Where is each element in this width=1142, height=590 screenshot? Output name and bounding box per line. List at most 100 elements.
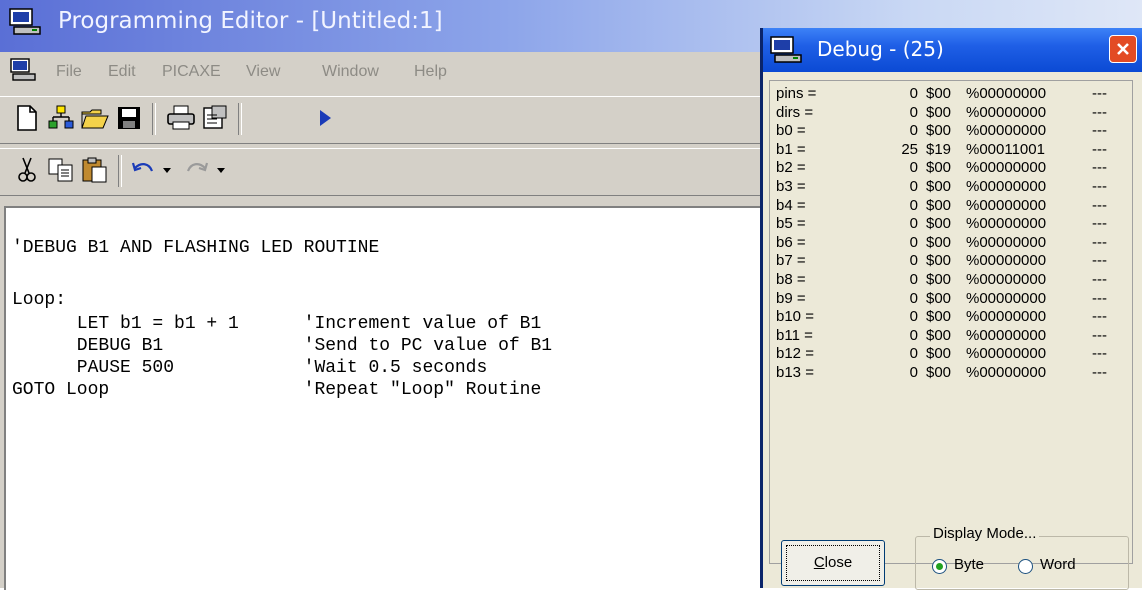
menu-help[interactable]: Help bbox=[414, 63, 447, 81]
register-ascii: --- bbox=[1092, 289, 1107, 307]
register-binary: %00000000 bbox=[966, 364, 1047, 381]
program-icon[interactable] bbox=[46, 103, 76, 133]
register-decimal: 0 bbox=[909, 215, 918, 233]
document-system-icon[interactable] bbox=[9, 58, 37, 86]
register-decimal: 0 bbox=[909, 85, 918, 102]
register-name: pins = bbox=[776, 85, 817, 102]
register-name: b2 = bbox=[776, 159, 806, 177]
register-hex: $00 bbox=[926, 252, 952, 270]
register-ascii: --- bbox=[1092, 140, 1107, 158]
register-binary: %00011001 bbox=[966, 140, 1045, 158]
code-line: 'DEBUG B1 AND FLASHING LED ROUTINE bbox=[12, 238, 380, 258]
register-binary: %00000000 bbox=[966, 85, 1047, 102]
menu-bar: File Edit PICAXE View Window Help bbox=[0, 52, 760, 94]
register-name: dirs = bbox=[776, 103, 814, 121]
register-decimal: 0 bbox=[909, 345, 918, 363]
register-row: b4 = 0 $00 %00000000 --- bbox=[770, 197, 1130, 216]
paste-icon[interactable] bbox=[80, 155, 110, 185]
window-title: Programming Editor - [Untitled:1] bbox=[58, 8, 443, 34]
register-ascii: --- bbox=[1092, 122, 1107, 140]
register-ascii: --- bbox=[1092, 364, 1107, 381]
save-icon[interactable] bbox=[114, 103, 144, 133]
register-row: b3 = 0 $00 %00000000 --- bbox=[770, 178, 1130, 197]
open-folder-icon[interactable] bbox=[80, 103, 110, 133]
computer-icon bbox=[9, 8, 41, 35]
close-button[interactable]: Close bbox=[781, 540, 885, 586]
register-row: b13 = 0 $00 %00000000 --- bbox=[770, 364, 1130, 383]
register-row: b2 = 0 $00 %00000000 --- bbox=[770, 159, 1130, 178]
register-ascii: --- bbox=[1092, 233, 1107, 251]
menu-edit[interactable]: Edit bbox=[108, 63, 136, 81]
menu-picaxe[interactable]: PICAXE bbox=[162, 63, 221, 81]
register-name: b0 = bbox=[776, 122, 806, 140]
register-decimal: 0 bbox=[909, 252, 918, 270]
register-hex: $19 bbox=[926, 140, 952, 158]
register-hex: $00 bbox=[926, 308, 952, 326]
register-decimal: 0 bbox=[909, 103, 918, 121]
run-icon[interactable] bbox=[310, 103, 340, 133]
register-binary: %00000000 bbox=[966, 326, 1047, 344]
register-ascii: --- bbox=[1092, 326, 1107, 344]
redo-icon[interactable] bbox=[182, 155, 212, 185]
register-name: b6 = bbox=[776, 233, 806, 251]
close-icon[interactable] bbox=[1109, 35, 1137, 63]
register-binary: %00000000 bbox=[966, 252, 1047, 270]
register-decimal: 0 bbox=[909, 308, 918, 326]
register-row: b7 = 0 $00 %00000000 --- bbox=[770, 252, 1130, 271]
new-file-icon[interactable] bbox=[12, 103, 42, 133]
options-icon[interactable] bbox=[200, 103, 230, 133]
register-hex: $00 bbox=[926, 85, 952, 102]
register-decimal: 0 bbox=[909, 178, 918, 195]
cut-icon[interactable] bbox=[12, 155, 42, 185]
code-editor[interactable]: 'DEBUG B1 AND FLASHING LED ROUTINE Loop:… bbox=[4, 206, 762, 590]
code-line: LET b1 = b1 + 1 'Increment value of B1 bbox=[12, 314, 542, 334]
register-row: b10 = 0 $00 %00000000 --- bbox=[770, 308, 1130, 327]
register-name: b12 = bbox=[776, 345, 814, 363]
register-name: b10 = bbox=[776, 308, 814, 326]
register-name: b5 = bbox=[776, 215, 806, 233]
register-decimal: 0 bbox=[909, 122, 918, 140]
code-line: GOTO Loop 'Repeat "Loop" Routine bbox=[12, 380, 542, 400]
byte-radio[interactable] bbox=[932, 559, 947, 574]
register-binary: %00000000 bbox=[966, 345, 1047, 363]
register-hex: $00 bbox=[926, 326, 952, 344]
register-binary: %00000000 bbox=[966, 271, 1047, 288]
register-ascii: --- bbox=[1092, 178, 1107, 195]
word-radio[interactable] bbox=[1018, 559, 1033, 574]
undo-dropdown-icon[interactable] bbox=[158, 155, 176, 185]
register-decimal: 0 bbox=[909, 159, 918, 177]
print-icon[interactable] bbox=[166, 103, 196, 133]
register-name: b4 = bbox=[776, 196, 806, 214]
register-row: b0 = 0 $00 %00000000 --- bbox=[770, 122, 1130, 141]
register-ascii: --- bbox=[1092, 196, 1107, 214]
register-decimal: 0 bbox=[909, 271, 918, 288]
undo-icon[interactable] bbox=[128, 155, 158, 185]
menu-file[interactable]: File bbox=[56, 63, 82, 81]
computer-icon bbox=[770, 36, 802, 63]
standard-toolbar bbox=[0, 96, 760, 144]
register-hex: $00 bbox=[926, 233, 952, 251]
debug-title: Debug - (25) bbox=[817, 37, 944, 61]
redo-dropdown-icon[interactable] bbox=[212, 155, 230, 185]
register-hex: $00 bbox=[926, 122, 952, 140]
register-hex: $00 bbox=[926, 345, 952, 363]
register-name: b3 = bbox=[776, 178, 806, 195]
register-name: b1 = bbox=[776, 140, 806, 158]
register-name: b7 = bbox=[776, 252, 806, 270]
register-row: b12 = 0 $00 %00000000 --- bbox=[770, 345, 1130, 364]
menu-view[interactable]: View bbox=[246, 63, 280, 81]
toolbar-separator bbox=[118, 155, 122, 187]
register-ascii: --- bbox=[1092, 159, 1107, 177]
debug-title-bar[interactable]: Debug - (25) bbox=[763, 28, 1142, 72]
register-ascii: --- bbox=[1092, 103, 1107, 121]
register-row: pins = 0 $00 %00000000 --- bbox=[770, 85, 1130, 104]
copy-icon[interactable] bbox=[46, 155, 76, 185]
menu-window[interactable]: Window bbox=[322, 63, 379, 81]
register-ascii: --- bbox=[1092, 252, 1107, 270]
word-radio-label: Word bbox=[1040, 556, 1076, 573]
register-hex: $00 bbox=[926, 103, 952, 121]
register-binary: %00000000 bbox=[966, 233, 1047, 251]
register-hex: $00 bbox=[926, 196, 952, 214]
register-decimal: 25 bbox=[901, 140, 918, 158]
register-hex: $00 bbox=[926, 178, 952, 195]
